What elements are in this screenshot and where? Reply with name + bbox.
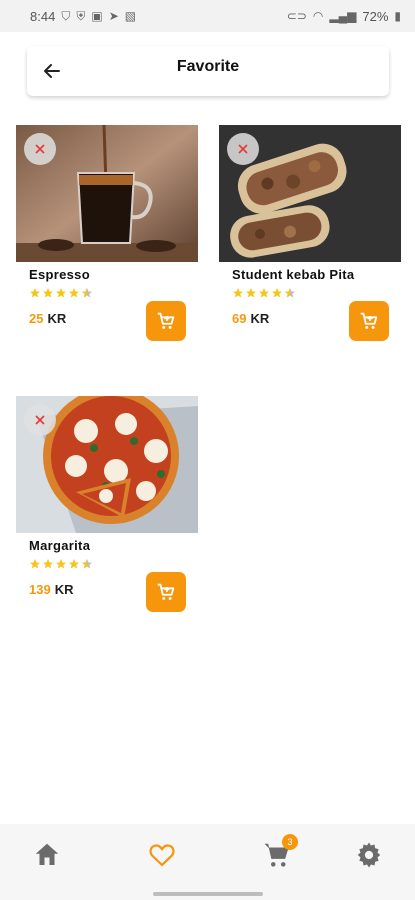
page-title: Favorite (176, 58, 240, 75)
telegram-icon: ➤ (108, 9, 119, 23)
star-icon (69, 288, 79, 298)
nav-home[interactable] (32, 840, 62, 870)
add-cart-icon (360, 312, 378, 329)
price-value: 69 (232, 311, 247, 326)
star-icon (30, 559, 40, 569)
shield-icon: ⛉ (61, 8, 71, 23)
star-icon (272, 288, 282, 298)
bottom-navigation: 3 (0, 824, 415, 900)
signal-icon: ▂▄▆ (329, 9, 357, 23)
gear-icon (357, 842, 381, 868)
product-image-espresso[interactable] (16, 125, 198, 262)
product-price: 139 KR (29, 582, 73, 597)
product-name: Margarita (29, 538, 91, 553)
price-value: 139 (29, 582, 51, 597)
star-half-icon (285, 288, 295, 298)
star-icon (43, 288, 53, 298)
add-to-cart-button[interactable] (146, 301, 186, 341)
product-price: 69 KR (232, 311, 269, 326)
close-icon (35, 144, 45, 154)
remove-favorite-button[interactable] (24, 133, 56, 165)
security-icon: ⛨ (76, 8, 86, 23)
close-icon (35, 415, 45, 425)
product-name: Student kebab Pita (232, 267, 355, 282)
add-cart-icon (157, 583, 175, 600)
price-currency: KR (250, 311, 270, 326)
battery-percent: 72% (362, 8, 389, 24)
add-to-cart-button[interactable] (146, 572, 186, 612)
status-bar: 8:44 ⛉ ⛨ ▣ ➤ ▧ ⊂⊃ ◠ ▂▄▆ 72% ▮ (0, 0, 415, 32)
nav-settings[interactable] (354, 840, 384, 870)
star-half-icon (82, 559, 92, 569)
star-icon (30, 288, 40, 298)
cart-badge: 3 (282, 834, 298, 850)
star-icon (259, 288, 269, 298)
link-icon: ⊂⊃ (286, 9, 307, 23)
remove-favorite-button[interactable] (227, 133, 259, 165)
nav-favorites[interactable] (147, 840, 177, 870)
price-currency: KR (54, 582, 74, 597)
translate-icon: ▣ (91, 9, 103, 23)
product-price: 25 KR (29, 311, 66, 326)
nav-cart[interactable]: 3 (262, 834, 298, 870)
price-currency: KR (47, 311, 67, 326)
product-card-margarita[interactable]: Margarita 139 KR (16, 396, 198, 612)
remove-favorite-button[interactable] (24, 404, 56, 436)
wifi-icon: ◠ (312, 9, 324, 23)
add-cart-icon (157, 312, 175, 329)
star-half-icon (82, 288, 92, 298)
star-icon (43, 559, 53, 569)
rating-stars (29, 287, 93, 299)
heart-icon (149, 844, 175, 867)
star-icon (246, 288, 256, 298)
rating-stars (232, 287, 296, 299)
home-indicator-bar[interactable] (153, 892, 263, 896)
product-image-kebab[interactable] (219, 125, 401, 262)
close-icon (238, 144, 248, 154)
price-value: 25 (29, 311, 44, 326)
product-card-student-kebab-pita[interactable]: Student kebab Pita 69 KR (219, 125, 401, 341)
product-image-margarita[interactable] (16, 396, 198, 533)
image-icon: ▧ (124, 9, 137, 23)
home-icon (35, 843, 59, 865)
star-icon (56, 559, 66, 569)
header-bar: Favorite (27, 46, 389, 96)
product-name: Espresso (29, 267, 90, 282)
rating-stars (29, 558, 93, 570)
star-icon (69, 559, 79, 569)
battery-icon: ▮ (394, 9, 401, 23)
status-time: 8:44 (30, 8, 56, 24)
add-to-cart-button[interactable] (349, 301, 389, 341)
star-icon (233, 288, 243, 298)
star-icon (56, 288, 66, 298)
product-card-espresso[interactable]: Espresso 25 KR (16, 125, 198, 341)
